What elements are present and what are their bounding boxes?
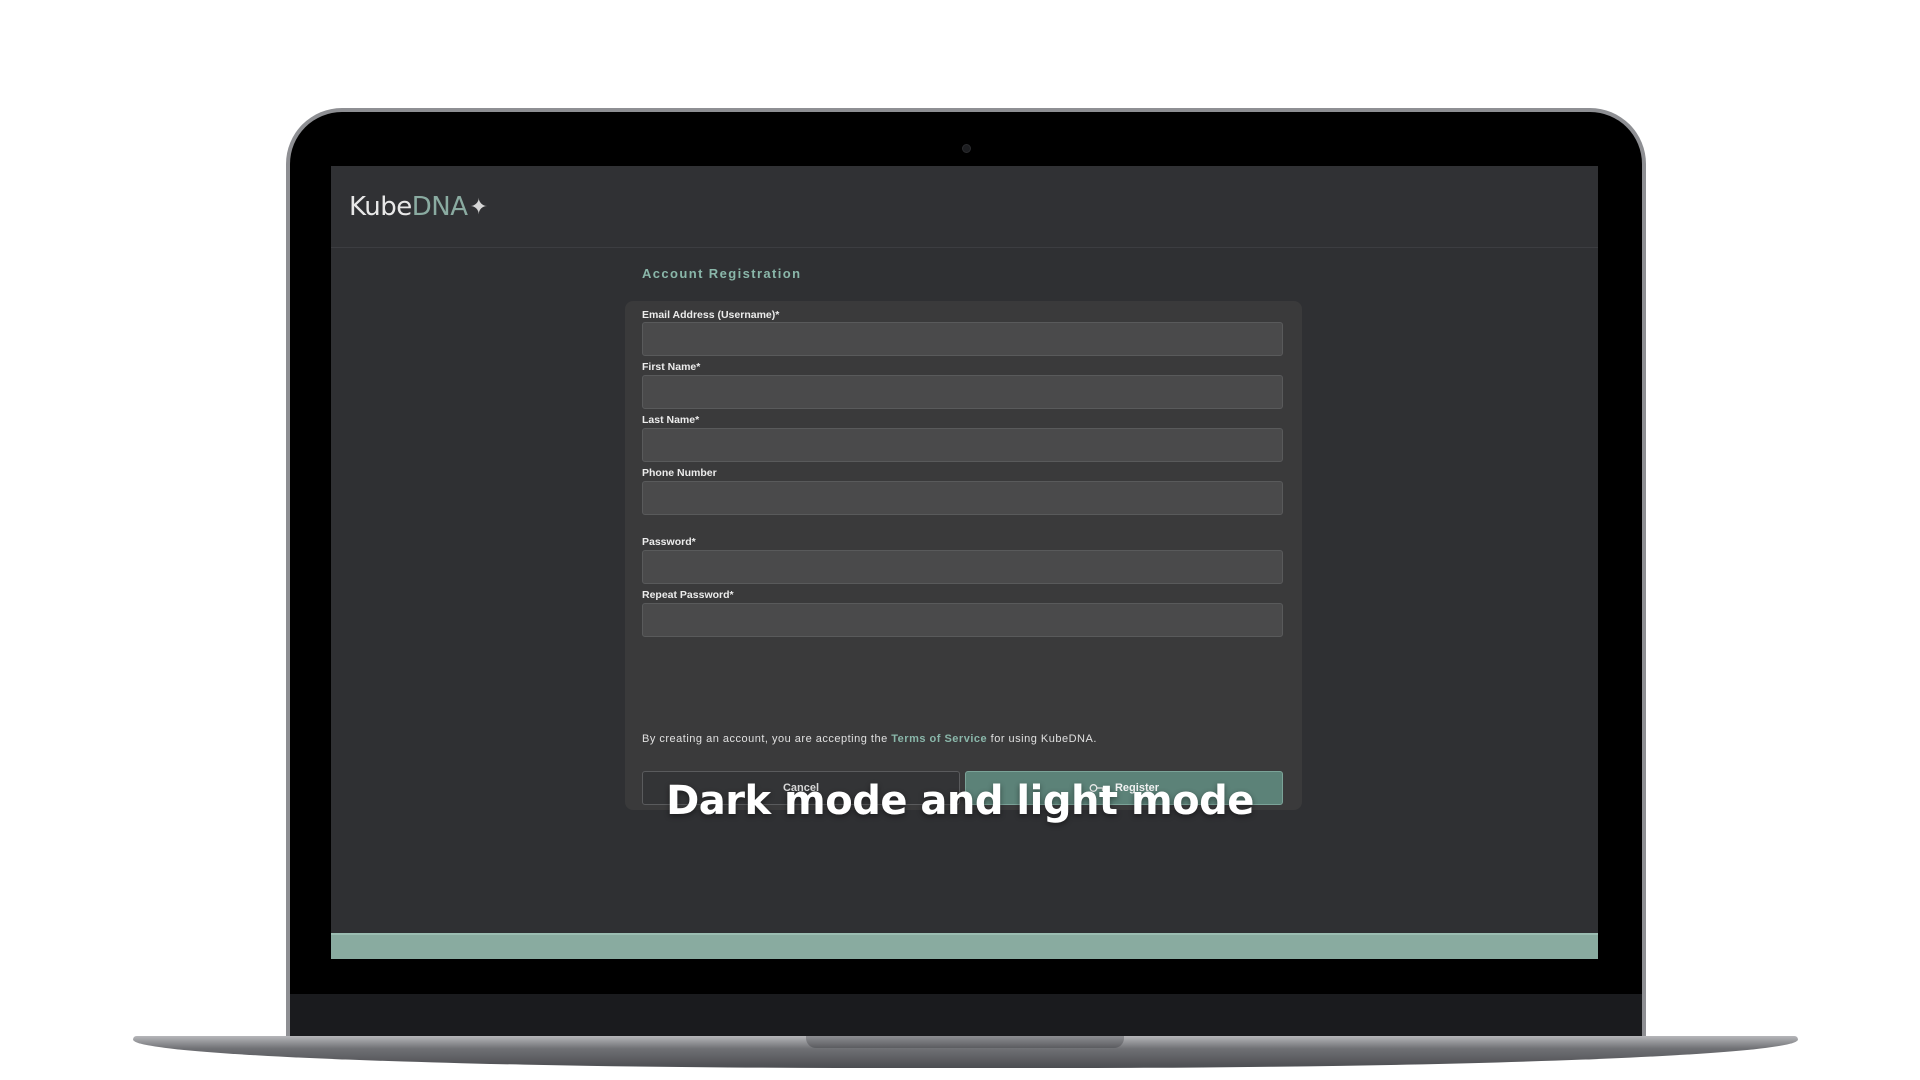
password-label: Password* (642, 536, 696, 548)
key-icon (1089, 783, 1107, 793)
last-name-label: Last Name* (642, 414, 700, 426)
repeat-password-label: Repeat Password* (642, 589, 734, 601)
app-screen: Kube DNA ✦ Account Registration Email Addr… (331, 166, 1598, 959)
terms-suffix: for using KubeDNA. (987, 733, 1097, 745)
logo-text-kube: Kube (349, 192, 412, 222)
register-button[interactable]: Register (965, 771, 1283, 805)
laptop-notch (806, 1036, 1124, 1048)
page-title: Account Registration (642, 266, 802, 281)
cancel-button-label: Cancel (782, 782, 820, 794)
cancel-button[interactable]: Cancel (642, 771, 960, 805)
terms-of-service-link[interactable]: Terms of Service (891, 733, 987, 745)
password-field[interactable] (642, 550, 1283, 584)
phone-label: Phone Number (642, 467, 717, 479)
laptop-bezel-bottom (290, 994, 1642, 1038)
footer-bar (331, 933, 1598, 959)
email-field[interactable] (642, 322, 1283, 356)
first-name-field[interactable] (642, 375, 1283, 409)
registration-form: Email Address (Username)* First Name* La… (625, 301, 1302, 810)
first-name-label: First Name* (642, 361, 701, 373)
terms-prefix: By creating an account, you are acceptin… (642, 733, 892, 745)
repeat-password-field[interactable] (642, 603, 1283, 637)
app-header: Kube DNA ✦ (331, 166, 1598, 248)
logo-text-dna: DNA (411, 192, 468, 222)
last-name-field[interactable] (642, 428, 1283, 462)
terms-notice: By creating an account, you are acceptin… (642, 733, 1097, 745)
kubedna-logo[interactable]: Kube DNA ✦ (349, 192, 488, 222)
logo-star-icon: ✦ (469, 194, 488, 220)
phone-field[interactable] (642, 481, 1283, 515)
register-button-label: Register (1114, 782, 1160, 794)
camera (962, 144, 971, 153)
email-label: Email Address (Username)* (642, 309, 780, 321)
